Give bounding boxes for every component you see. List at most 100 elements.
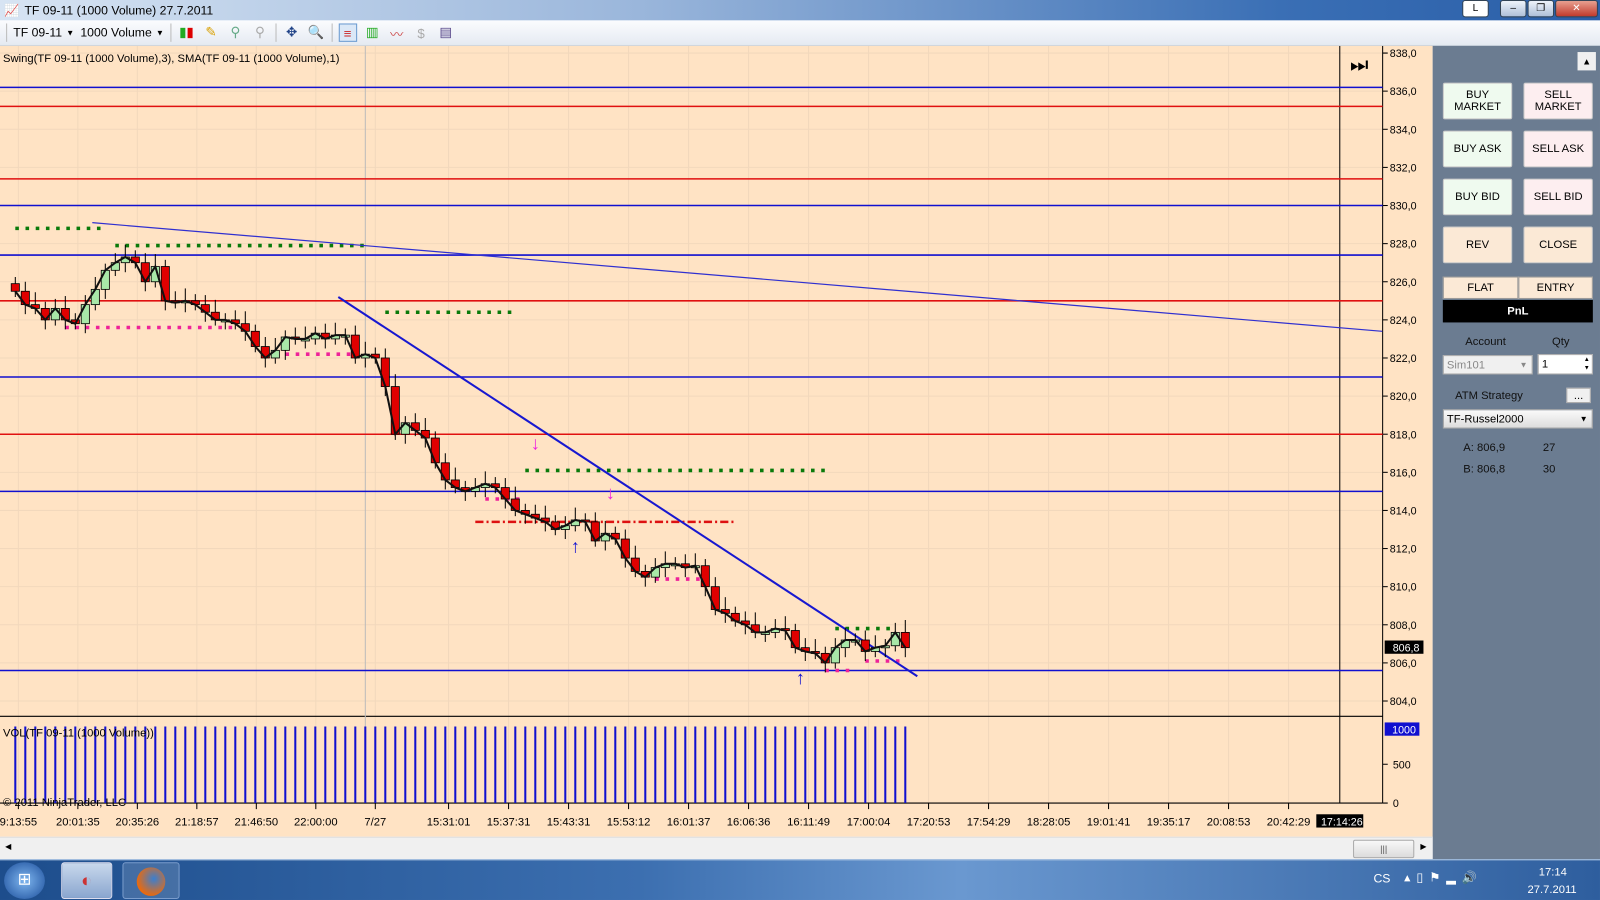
bars-icon[interactable]: ▥ [363,23,381,41]
zoom-in-icon[interactable]: ⚲ [226,23,244,41]
zoom-out-icon[interactable]: ⚲ [251,23,269,41]
time-tick-label: 19:35:17 [1147,817,1191,829]
language-badge: L [1462,0,1489,18]
stepper-arrows-icon[interactable]: ▲ ▼ [1584,356,1590,372]
atm-settings-button[interactable]: ... [1566,387,1591,404]
divider [275,23,277,42]
chart-trader-icon[interactable]: ≡ [338,23,357,42]
close-button[interactable]: ✕ [1555,0,1598,18]
candle-body [10,283,20,292]
signal-arrow-icon: ↑ [796,667,805,688]
candlestick-style-icon[interactable]: ▮ ▮ [177,23,195,41]
scroll-left-icon[interactable]: ◀ [5,842,11,851]
signal-arrow-icon: ↑ [571,535,580,556]
trend-line [337,296,918,678]
sma-line [14,255,907,665]
signal-arrow-icon: ↓ [606,482,615,503]
candle-body [90,288,100,306]
time-tick-label: 20:42:29 [1267,817,1311,829]
chevron-down-icon: ▼ [1519,360,1528,370]
scroll-right-icon[interactable]: ▶ [1420,842,1426,851]
price-tick-label: 806,0 [1390,658,1417,670]
maximize-button[interactable]: ❐ [1527,0,1555,18]
chart-toolbar: TF 09-11 ▼ 1000 Volume ▼ ▮ ▮ ✎ ⚲ ⚲ ✥ 🔍 ≡ ▥ … [0,20,1600,46]
minimize-button[interactable]: – [1499,0,1527,18]
current-time-badge: 17:14:26 [1321,817,1363,829]
properties-icon[interactable]: ▤ [436,23,454,41]
candle-body [700,565,710,588]
candle-body [160,266,170,302]
chevron-down-icon: ▼ [155,28,164,38]
ask-size: 27 [1542,441,1556,455]
price-chart[interactable]: 9:13:55 20:01:35 20:35:26 21:18:57 21:46:50 2… [0,45,1433,837]
candle-body [50,308,60,321]
price-tick-label: 812,0 [1390,544,1417,556]
skip-to-end-icon[interactable]: ⏭ [1350,54,1368,77]
price-tick-label: 818,0 [1390,429,1417,441]
atm-strategy-select[interactable]: TF-Russel2000 ▼ [1442,409,1593,429]
window-title: TF 09-11 (1000 Volume) 27.7.2011 [24,3,214,18]
candle-body [40,308,50,321]
time-tick-label: 15:53:12 [607,817,651,829]
price-tick-label: 820,0 [1390,391,1417,403]
volume-tick-label: 0 [1393,798,1399,810]
time-tick-label: 15:37:31 [487,817,531,829]
qty-stepper[interactable]: 1 ▲ ▼ [1537,354,1593,375]
buy-ask-button[interactable]: BUY ASK [1442,130,1513,168]
crosshair-icon[interactable]: ✥ [282,23,300,41]
time-tick-label: 16:01:37 [667,817,711,829]
horizontal-scrollbar[interactable]: ◀ ||| ▶ [0,836,1433,860]
pencil-draw-icon[interactable]: ✎ [202,23,220,41]
panel-scroll-up[interactable]: ▲ [1577,52,1596,71]
candle-body [440,462,450,481]
instrument-dropdown[interactable]: TF 09-11 ▼ [13,26,74,40]
scrollbar-thumb[interactable]: ||| [1353,839,1415,859]
candle-body [60,308,70,321]
sell-market-button[interactable]: SELL MARKET [1523,82,1593,120]
buy-bid-button[interactable]: BUY BID [1442,178,1513,216]
bid-price: B: 806,8 [1463,463,1506,476]
trend-line [92,222,1383,332]
magnifier-icon[interactable]: 🔍 [307,23,325,41]
ninjatrader-icon: ◐ [81,870,93,891]
account-select[interactable]: Sim101 ▼ [1442,355,1533,375]
current-volume-badge: 1000 [1392,725,1416,737]
price-tick-label: 838,0 [1390,48,1417,60]
chart-trader-panel: ▲ BUY MARKET SELL MARKET BUY ASK SELL ASK BU… [1432,45,1600,860]
time-tick-label: 16:11:49 [787,817,830,829]
toolbar-grip [6,23,8,42]
time-tick-label: 15:31:01 [427,817,471,829]
candle-body [900,631,910,649]
indicators-icon[interactable]: 〰 [387,23,405,41]
tab-flat[interactable]: FLAT [1442,276,1519,299]
instrument-label: TF 09-11 [13,25,63,40]
account-value: Sim101 [1446,358,1485,371]
chart-canvas[interactable]: 9:13:55 20:01:35 20:35:26 21:18:57 21:46:50 2… [0,45,1433,837]
signal-arrow-icon: ↓ [531,432,540,453]
divider [170,23,172,42]
tab-entry[interactable]: ENTRY [1518,276,1593,299]
taskbar-firefox[interactable] [122,862,180,899]
start-button[interactable]: ⊞ [4,862,45,899]
period-dropdown[interactable]: 1000 Volume ▼ [80,26,164,40]
close-button[interactable]: CLOSE [1523,226,1593,264]
candle-body [430,437,440,464]
language-indicator[interactable]: CS [1373,871,1390,885]
tray-icons[interactable]: ▴▯⚑▂🔊 [1404,870,1483,884]
candle-body [20,290,30,306]
sell-ask-button[interactable]: SELL ASK [1523,130,1593,168]
strategies-icon[interactable]: $ [412,23,430,41]
candle-body [280,336,290,351]
price-tick-label: 804,0 [1390,696,1417,708]
taskbar-ninjatrader[interactable]: ◐ [61,862,113,899]
sell-bid-button[interactable]: SELL BID [1523,178,1593,216]
clock-time[interactable]: 17:14 [1539,866,1567,878]
clock-date[interactable]: 27.7.2011 [1528,884,1577,896]
candle-body [890,631,900,647]
buy-market-button[interactable]: BUY MARKET [1442,82,1513,120]
time-tick-label: 18:28:05 [1027,817,1071,829]
candle-body [620,538,630,559]
account-label: Account [1465,335,1506,348]
rev-button[interactable]: REV [1442,226,1513,264]
candle-body [790,630,800,649]
